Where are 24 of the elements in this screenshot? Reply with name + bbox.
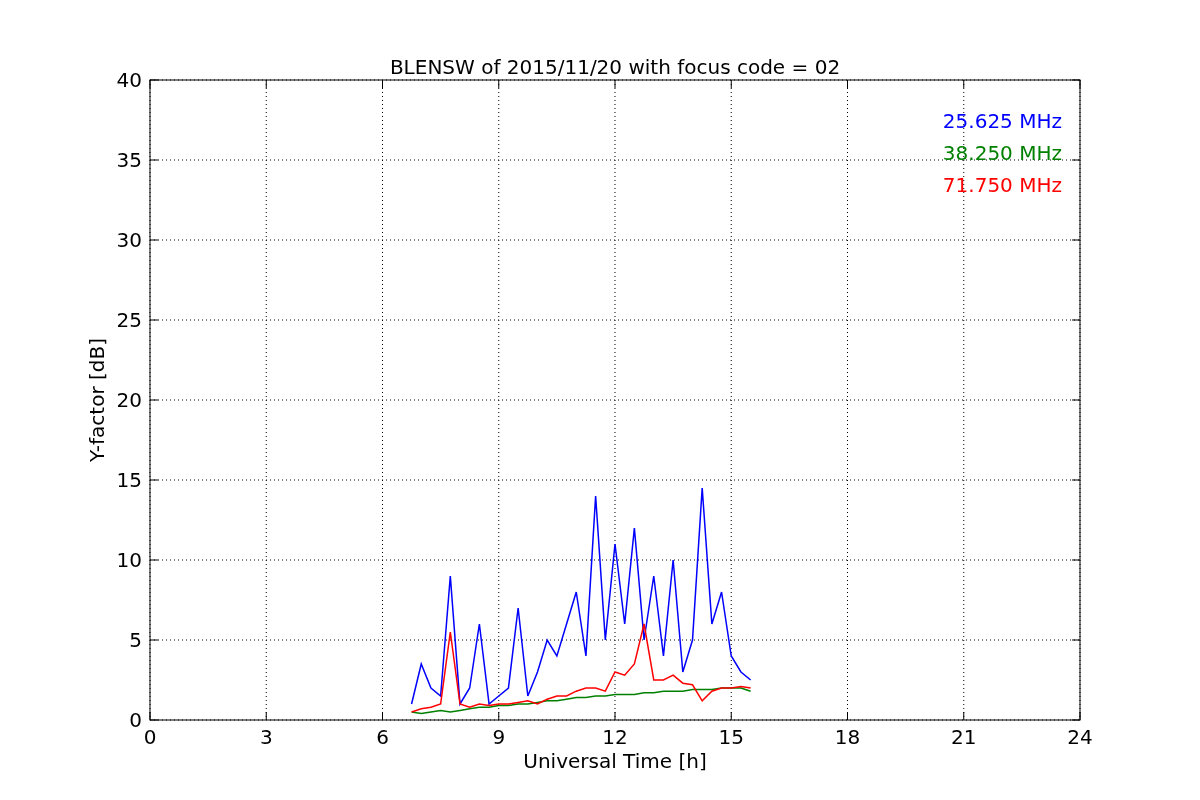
tick-label: 30	[116, 228, 142, 252]
tick-label: 0	[129, 708, 142, 732]
chart-title: BLENSW of 2015/11/20 with focus code = 02	[389, 55, 841, 79]
tick-label: 18	[834, 725, 861, 749]
tick-label: 6	[376, 725, 389, 749]
tick-label: 21	[951, 725, 977, 749]
tick-label: 35	[116, 148, 142, 172]
tick-label: 24	[1067, 725, 1093, 749]
legend-label: 38.250 MHz	[942, 141, 1062, 165]
tick-label: 40	[116, 68, 142, 92]
tick-label: 25	[116, 308, 142, 332]
tick-label: 20	[116, 388, 142, 412]
tick-label: 12	[602, 725, 628, 749]
y-axis-label: Y-factor [dB]	[85, 338, 109, 462]
tick-label: 0	[143, 725, 157, 749]
x-axis-label: Universal Time [h]	[523, 749, 707, 773]
tick-label: 3	[259, 725, 273, 749]
legend-label: 25.625 MHz	[942, 109, 1062, 133]
tick-label: 15	[116, 468, 142, 492]
tick-label: 15	[718, 725, 744, 749]
legend-label: 71.750 MHz	[942, 173, 1062, 197]
tick-label: 10	[116, 548, 142, 572]
tick-label: 5	[129, 628, 142, 652]
tick-label: 9	[492, 725, 506, 749]
